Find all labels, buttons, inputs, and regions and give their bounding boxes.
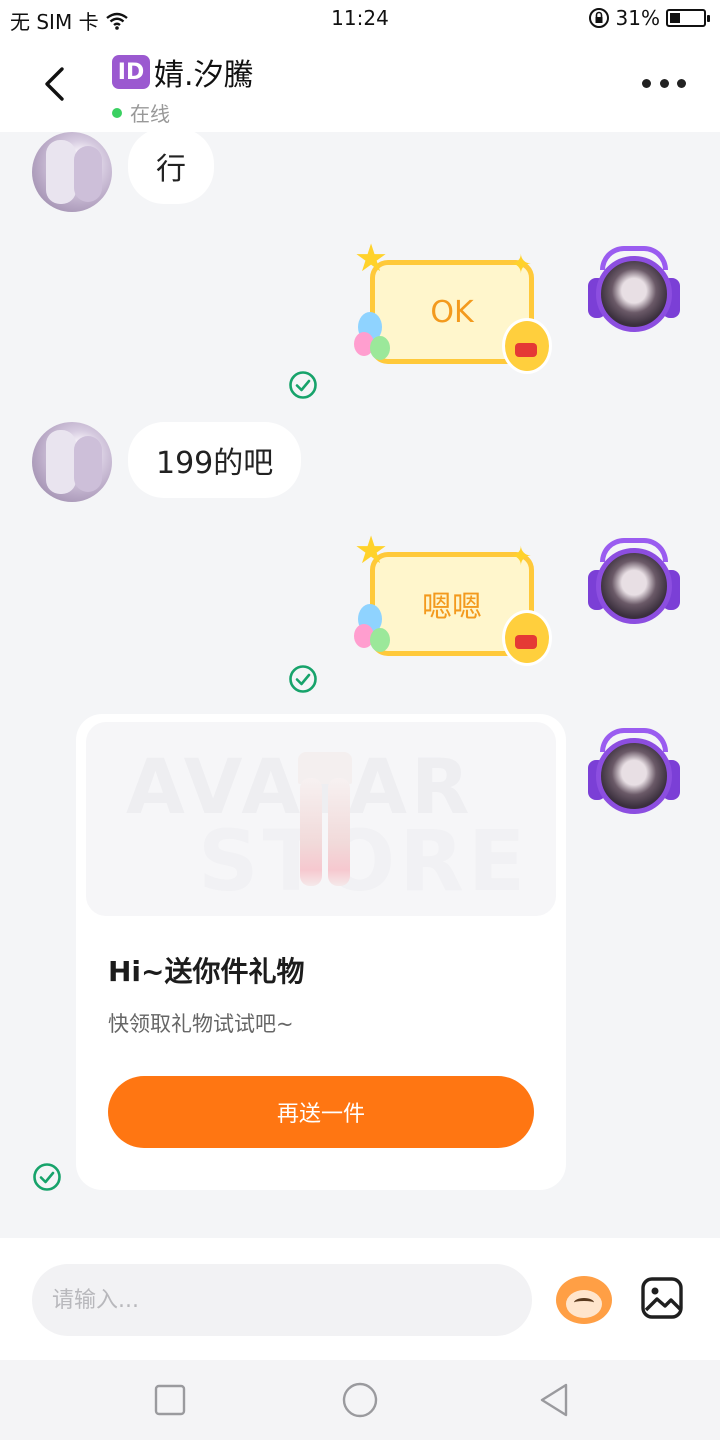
gift-card[interactable]: AVATAR STORE Hi~送你件礼物 快领取礼物试试吧~ 再送一件 xyxy=(76,714,566,1190)
balloon-icon xyxy=(370,336,390,360)
id-badge-icon: ID xyxy=(112,55,150,89)
battery-icon xyxy=(666,9,710,27)
chevron-left-icon xyxy=(45,67,64,101)
more-dot-icon xyxy=(677,78,686,88)
watermark-text: STORE xyxy=(198,812,530,910)
sticker-text: OK xyxy=(430,294,474,330)
avatar-photo xyxy=(596,738,672,814)
home-circle-icon[interactable] xyxy=(342,1382,378,1418)
sticker-message[interactable]: OK ★ ✦ xyxy=(352,236,556,380)
gift-subtitle: 快领取礼物试试吧~ xyxy=(108,1012,294,1036)
online-status-text: 在线 xyxy=(130,102,170,126)
contact-info: ID 婧.汐騰 在线 xyxy=(112,50,254,127)
emoji-mascot-icon[interactable] xyxy=(556,1276,612,1324)
chat-messages[interactable]: 行 OK ★ ✦ 199的吧 嗯嗯 ★ ✦ STORE Hi~送你件礼物 快领取… xyxy=(0,132,720,1238)
mascot-icon xyxy=(502,318,552,374)
status-right: 31% xyxy=(588,6,710,30)
contact-avatar[interactable] xyxy=(32,422,112,502)
battery-fill xyxy=(670,13,680,23)
rotation-lock-icon xyxy=(588,8,609,28)
sticker-text: 嗯嗯 xyxy=(422,590,482,625)
avatar-photo xyxy=(596,548,672,624)
read-check-icon xyxy=(33,1163,61,1191)
more-dot-icon xyxy=(659,78,669,88)
gift-item-leg xyxy=(328,778,350,886)
contact-title: ID 婧.汐騰 xyxy=(112,50,254,94)
send-another-button[interactable]: 再送一件 xyxy=(108,1076,534,1148)
send-another-label: 再送一件 xyxy=(276,1102,365,1127)
chat-header: ID 婧.汐騰 在线 xyxy=(0,40,720,132)
recents-square-icon[interactable] xyxy=(152,1382,188,1418)
my-avatar[interactable] xyxy=(586,244,682,334)
gift-item-leg xyxy=(300,778,322,886)
online-status: 在线 xyxy=(112,98,254,127)
back-triangle-icon[interactable] xyxy=(536,1382,572,1418)
star-icon: ★ xyxy=(354,236,389,280)
star-icon: ★ xyxy=(354,528,389,572)
message-text: 行 xyxy=(156,152,186,187)
back-button[interactable] xyxy=(30,58,78,110)
battery-percent: 31% xyxy=(615,6,660,30)
sticker-message[interactable]: 嗯嗯 ★ ✦ xyxy=(352,528,556,672)
online-dot-icon xyxy=(112,107,122,118)
image-icon[interactable] xyxy=(640,1276,684,1320)
contact-avatar[interactable] xyxy=(32,132,112,212)
sparkle-icon: ✦ xyxy=(510,542,532,572)
read-check-icon xyxy=(289,665,317,693)
more-dot-icon xyxy=(642,78,651,88)
mascot-icon xyxy=(502,610,552,666)
sparkle-icon: ✦ xyxy=(510,250,532,280)
contact-name: 婧.汐騰 xyxy=(154,58,254,93)
message-bubble-received[interactable]: 行 xyxy=(128,132,214,204)
input-bar xyxy=(0,1238,720,1360)
my-avatar[interactable] xyxy=(586,536,682,626)
gift-title: Hi~送你件礼物 xyxy=(108,955,305,988)
message-bubble-received[interactable]: 199的吧 xyxy=(128,422,302,498)
balloon-icon xyxy=(370,628,390,652)
read-check-icon xyxy=(289,371,317,399)
message-input[interactable] xyxy=(32,1264,532,1336)
more-options-button[interactable] xyxy=(642,66,686,100)
system-nav-bar xyxy=(0,1360,720,1440)
my-avatar[interactable] xyxy=(586,726,682,816)
gift-image: AVATAR STORE xyxy=(86,722,556,916)
message-text: 199的吧 xyxy=(156,446,274,481)
avatar-photo xyxy=(596,256,672,332)
status-bar: 无 SIM 卡 11:24 31% xyxy=(0,0,720,40)
